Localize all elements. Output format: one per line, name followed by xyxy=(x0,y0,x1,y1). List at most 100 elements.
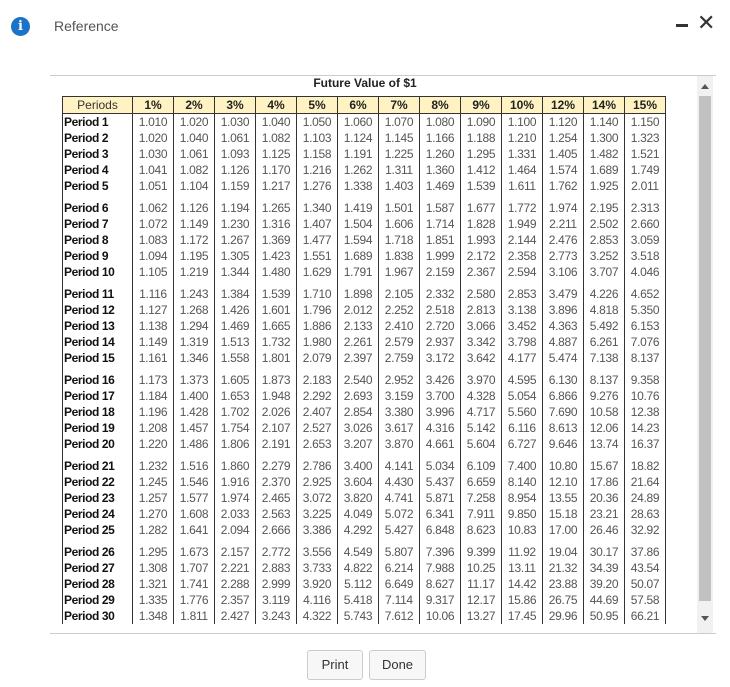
scroll-up-icon[interactable] xyxy=(701,84,709,89)
column-header-rate: 4% xyxy=(255,96,297,114)
value-cell: 1.608 xyxy=(173,506,215,522)
value-cell: 2.011 xyxy=(624,178,666,194)
table-row: Period 5 1.051 1.104 1.159 1.217 1.276 1.338 1.… xyxy=(62,178,666,194)
value-cell: 1.974 xyxy=(542,200,584,216)
column-header-rate: 6% xyxy=(337,96,379,114)
close-icon[interactable]: ✕ xyxy=(697,11,715,35)
value-cell: 2.079 xyxy=(296,350,338,366)
value-cell: 1.062 xyxy=(132,200,174,216)
value-cell: 2.370 xyxy=(255,474,297,490)
print-button[interactable]: Print xyxy=(307,650,363,680)
value-cell: 3.426 xyxy=(419,372,461,388)
value-cell: 2.172 xyxy=(460,248,502,264)
value-cell: 11.92 xyxy=(501,544,543,560)
value-cell: 1.348 xyxy=(132,608,174,624)
value-cell: 1.061 xyxy=(214,130,256,146)
table-row: Period 29 1.335 1.776 2.357 3.119 4.116 5.418 7… xyxy=(62,592,666,608)
value-cell: 3.225 xyxy=(296,506,338,522)
value-cell: 3.970 xyxy=(460,372,502,388)
value-cell: 3.243 xyxy=(255,608,297,624)
value-cell: 2.540 xyxy=(337,372,379,388)
value-cell: 1.149 xyxy=(173,216,215,232)
value-cell: 12.10 xyxy=(542,474,584,490)
value-cell: 4.595 xyxy=(501,372,543,388)
value-cell: 8.140 xyxy=(501,474,543,490)
period-label: Period 12 xyxy=(62,302,133,318)
value-cell: 1.267 xyxy=(214,232,256,248)
value-cell: 1.126 xyxy=(214,162,256,178)
value-cell: 7.400 xyxy=(501,458,543,474)
value-cell: 1.319 xyxy=(173,334,215,350)
value-cell: 1.828 xyxy=(460,216,502,232)
value-cell: 3.642 xyxy=(460,350,502,366)
table-row: Period 3 1.030 1.061 1.093 1.125 1.158 1.191 1.… xyxy=(62,146,666,162)
value-cell: 4.141 xyxy=(378,458,420,474)
value-cell: 3.400 xyxy=(337,458,379,474)
value-cell: 1.629 xyxy=(296,264,338,280)
value-cell: 17.86 xyxy=(583,474,625,490)
value-cell: 1.300 xyxy=(583,130,625,146)
value-cell: 6.866 xyxy=(542,388,584,404)
value-cell: 1.060 xyxy=(337,113,379,130)
value-cell: 28.63 xyxy=(624,506,666,522)
value-cell: 1.677 xyxy=(460,200,502,216)
value-cell: 4.049 xyxy=(337,506,379,522)
scrollbar[interactable] xyxy=(697,76,713,633)
value-cell: 1.159 xyxy=(214,178,256,194)
table-row: Period 8 1.083 1.172 1.267 1.369 1.477 1.594 1.… xyxy=(62,232,666,248)
value-cell: 2.033 xyxy=(214,506,256,522)
value-cell: 6.727 xyxy=(501,436,543,452)
value-cell: 7.114 xyxy=(378,592,420,608)
scroll-down-icon[interactable] xyxy=(701,616,709,621)
value-cell: 3.452 xyxy=(501,318,543,334)
period-label: Period 2 xyxy=(62,130,133,146)
table-row: Period 9 1.094 1.195 1.305 1.423 1.551 1.689 1.… xyxy=(62,248,666,264)
value-cell: 1.103 xyxy=(296,130,338,146)
value-cell: 1.232 xyxy=(132,458,174,474)
value-cell: 3.026 xyxy=(337,420,379,436)
value-cell: 6.341 xyxy=(419,506,461,522)
value-cell: 3.820 xyxy=(337,490,379,506)
value-cell: 4.430 xyxy=(378,474,420,490)
value-cell: 16.37 xyxy=(624,436,666,452)
table-row: Period 1 1.010 1.020 1.030 1.040 1.050 1.060 1.… xyxy=(62,113,666,130)
minimize-icon[interactable] xyxy=(676,24,688,27)
value-cell: 2.476 xyxy=(542,232,584,248)
value-cell: 5.474 xyxy=(542,350,584,366)
column-header-rate: 15% xyxy=(624,96,666,114)
value-cell: 7.258 xyxy=(460,490,502,506)
value-cell: 3.479 xyxy=(542,286,584,302)
value-cell: 1.276 xyxy=(296,178,338,194)
value-cell: 1.219 xyxy=(173,264,215,280)
value-cell: 1.464 xyxy=(501,162,543,178)
value-cell: 1.093 xyxy=(214,146,256,162)
column-header-periods: Periods xyxy=(62,96,133,114)
value-cell: 1.311 xyxy=(378,162,420,178)
value-cell: 2.427 xyxy=(214,608,256,624)
value-cell: 1.104 xyxy=(173,178,215,194)
value-cell: 1.295 xyxy=(460,146,502,162)
scrollbar-thumb[interactable] xyxy=(699,96,711,601)
value-cell: 3.172 xyxy=(419,350,461,366)
value-cell: 2.772 xyxy=(255,544,297,560)
value-cell: 2.094 xyxy=(214,522,256,538)
value-cell: 1.282 xyxy=(132,522,174,538)
value-cell: 1.030 xyxy=(132,146,174,162)
value-cell: 2.952 xyxy=(378,372,420,388)
value-cell: 1.321 xyxy=(132,576,174,592)
value-cell: 1.208 xyxy=(132,420,174,436)
period-label: Period 24 xyxy=(62,506,133,522)
dialog-header: i Reference ✕ xyxy=(0,0,730,52)
value-cell: 1.480 xyxy=(255,264,297,280)
value-cell: 15.67 xyxy=(583,458,625,474)
value-cell: 1.105 xyxy=(132,264,174,280)
value-cell: 5.418 xyxy=(337,592,379,608)
value-cell: 1.094 xyxy=(132,248,174,264)
value-cell: 2.252 xyxy=(378,302,420,318)
done-button[interactable]: Done xyxy=(369,650,426,680)
value-cell: 7.138 xyxy=(583,350,625,366)
value-cell: 1.796 xyxy=(296,302,338,318)
value-cell: 8.954 xyxy=(501,490,543,506)
value-cell: 1.210 xyxy=(501,130,543,146)
value-cell: 26.75 xyxy=(542,592,584,608)
